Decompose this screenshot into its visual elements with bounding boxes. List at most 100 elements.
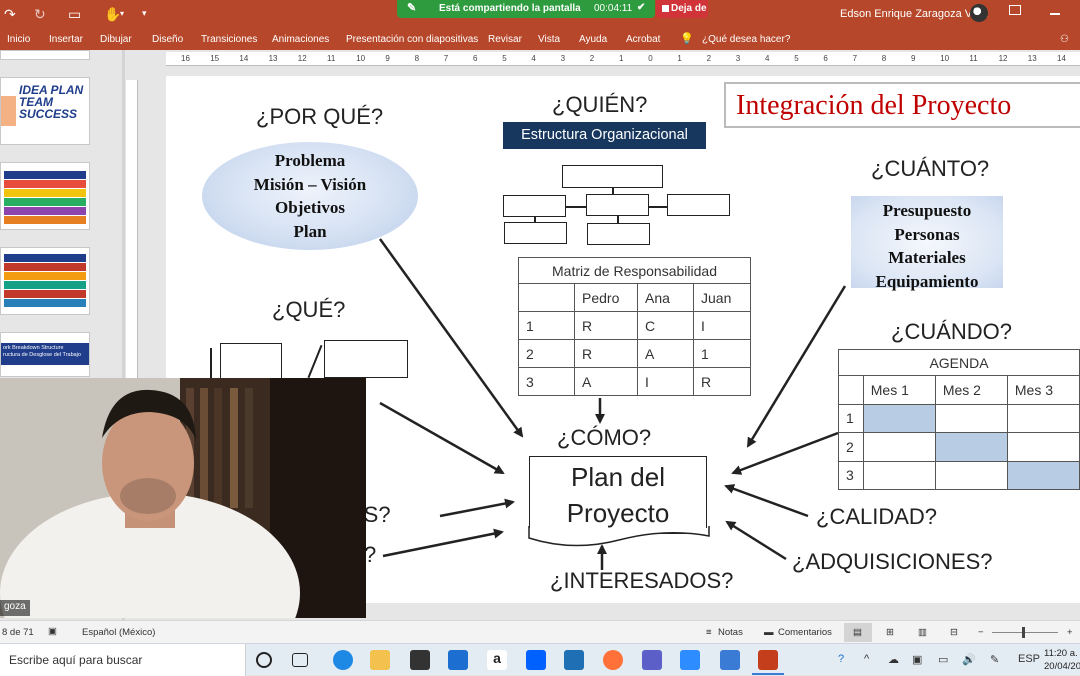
ruler-tick-label: 1 [677, 54, 682, 63]
slide-counter[interactable]: 8 de 71 [2, 627, 34, 638]
ruler-tick-label: 11 [969, 54, 978, 63]
zoom-out-icon[interactable]: − [978, 627, 984, 638]
share-timer: 00:04:11 [594, 3, 633, 14]
slide-thumbnail[interactable] [0, 162, 90, 230]
chevron-up-icon[interactable]: ^ [864, 653, 869, 665]
tab-dibujar[interactable]: Dibujar [100, 34, 132, 45]
zoom-slider-thumb[interactable] [1022, 627, 1025, 638]
customize-toolbar-icon[interactable]: ▾ [142, 8, 147, 19]
comments-icon: ▬ [764, 627, 774, 638]
battery-icon[interactable]: ▭ [938, 653, 948, 666]
tab-ayuda[interactable]: Ayuda [579, 34, 607, 45]
screen-share-indicator[interactable]: ✎ Está compartiendo la pantalla 00:04:11… [397, 0, 655, 18]
redo-icon[interactable]: ↷ [4, 6, 16, 23]
ruler-tick-label: 12 [297, 54, 307, 63]
amazon-icon[interactable]: a [487, 650, 507, 670]
present-from-start-icon[interactable]: ▭ [68, 6, 81, 23]
repeat-icon[interactable]: ↻ [34, 6, 46, 23]
app-badge-icon[interactable] [720, 650, 740, 670]
share-label: Está compartiendo la pantalla [439, 3, 581, 14]
ruler-tick-label: 7 [443, 54, 449, 63]
stop-sharing-button[interactable]: Deja de [656, 0, 708, 18]
taskbar-search-input[interactable]: Escribe aquí para buscar [0, 644, 246, 676]
minimize-icon[interactable] [1050, 13, 1060, 15]
slide-thumbnail[interactable]: ork Breakdown Structure ructura de Desgl… [0, 332, 90, 377]
ruler-tick-label: 6 [823, 54, 828, 63]
arrow [378, 238, 524, 438]
ruler-tick-label: 15 [210, 54, 220, 63]
help-icon[interactable]: ? [838, 653, 844, 665]
language-indicator[interactable]: Español (México) [82, 627, 155, 638]
teams-icon[interactable] [642, 650, 662, 670]
arrow [731, 431, 839, 475]
status-bar: 8 de 71 ▣ Español (México) ≡ Notas ▬ Com… [0, 620, 1080, 643]
mail-icon[interactable] [448, 650, 468, 670]
tab-diseno[interactable]: Diseño [152, 34, 183, 45]
notes-button[interactable]: Notas [718, 627, 743, 638]
tab-revisar[interactable]: Revisar [488, 34, 522, 45]
slide-thumbnail[interactable]: IDEA PLAN TEAM SUCCESS [0, 77, 90, 145]
tab-transiciones[interactable]: Transiciones [201, 34, 257, 45]
pen-icon[interactable]: ✎ [990, 653, 999, 666]
notes-icon: ≡ [706, 627, 712, 638]
ruler-tick-label: 13 [1027, 54, 1037, 63]
ruler-tick-label: 9 [911, 54, 916, 63]
ruler-tick-label: 4 [765, 54, 770, 63]
slideshow-icon[interactable]: ⊟ [950, 627, 958, 638]
webcam-video[interactable] [0, 378, 366, 618]
tab-vista[interactable]: Vista [538, 34, 560, 45]
tab-animaciones[interactable]: Animaciones [272, 34, 329, 45]
accessibility-icon[interactable]: ▣ [48, 626, 57, 637]
arrow [746, 285, 847, 448]
volume-icon[interactable]: 🔊 [962, 653, 976, 666]
tab-presentacion[interactable]: Presentación con diapositivas [346, 34, 478, 45]
ruler-tick-label: 1 [619, 54, 624, 63]
zoom-in-icon[interactable]: + [1067, 627, 1073, 638]
tell-me-search[interactable]: ¿Qué desea hacer? [702, 34, 790, 45]
reading-view-icon[interactable]: ▥ [918, 627, 927, 638]
stop-icon [662, 5, 669, 12]
touch-mode-icon[interactable]: ✋ [104, 6, 121, 23]
cloud-icon[interactable]: ☁ [888, 653, 899, 666]
user-name[interactable]: Edson Enrique Zaragoza Vera [840, 8, 987, 20]
comments-button[interactable]: Comentarios [778, 627, 832, 638]
tab-insertar[interactable]: Insertar [49, 34, 83, 45]
ruler-tick-label: 7 [852, 54, 858, 63]
ruler-tick-label: 10 [356, 54, 366, 63]
task-view-icon[interactable] [292, 653, 308, 667]
file-explorer-icon[interactable] [370, 650, 390, 670]
tab-acrobat[interactable]: Acrobat [626, 34, 660, 45]
powerpoint-icon[interactable] [758, 650, 778, 670]
title-bar: ↷ ↻ ▭ ✋ ▾ ▾ ✎ Está compartiendo la panta… [0, 0, 1080, 30]
lightbulb-icon: 💡 [680, 33, 694, 45]
tab-inicio[interactable]: Inicio [7, 34, 30, 45]
edge-icon[interactable] [333, 650, 353, 670]
ruler-tick-label: 9 [385, 54, 390, 63]
slide-thumbnail[interactable] [0, 247, 90, 315]
tray-icon[interactable]: ▣ [912, 653, 922, 666]
app-icon[interactable] [564, 650, 584, 670]
slide-thumbnail[interactable] [0, 50, 90, 60]
ruler-tick-label: 14 [1057, 54, 1066, 63]
share-person-icon[interactable]: ⚇ [1060, 34, 1069, 45]
ruler-tick-label: 16 [181, 54, 190, 63]
chevron-down-icon[interactable]: ▾ [120, 9, 124, 18]
cortana-icon[interactable] [256, 652, 272, 668]
arrow [724, 484, 809, 518]
ruler-tick-label: 8 [414, 54, 420, 63]
ruler-tick-label: 3 [735, 54, 741, 63]
thumb-title: IDEA PLAN TEAM SUCCESS [19, 83, 84, 121]
system-clock[interactable]: 11:20 a. 20/04/20 [1044, 647, 1080, 673]
firefox-icon[interactable] [603, 650, 623, 670]
slide-sorter-icon[interactable]: ⊞ [886, 627, 894, 638]
ribbon-display-options-icon[interactable] [1009, 5, 1021, 15]
store-icon[interactable] [410, 650, 430, 670]
ruler-tick-label: 14 [239, 54, 249, 63]
dropbox-icon[interactable] [526, 650, 546, 670]
ruler-tick-label: 13 [268, 54, 278, 63]
zoom-slider[interactable] [992, 632, 1058, 633]
language-tray[interactable]: ESP [1018, 653, 1040, 665]
ruler-tick-label: 6 [473, 54, 478, 63]
avatar[interactable] [970, 4, 988, 22]
zoom-icon[interactable] [680, 650, 700, 670]
